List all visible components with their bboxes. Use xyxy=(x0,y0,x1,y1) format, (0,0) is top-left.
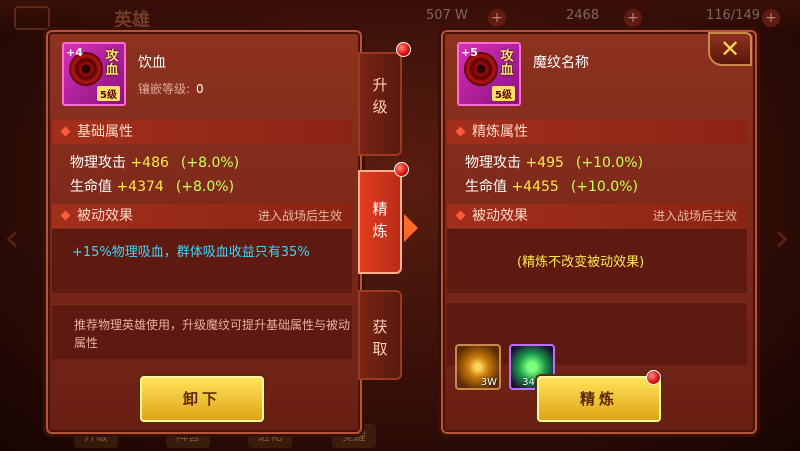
current-rune-panel: +4 攻血 5级 饮血 镶嵌等级: 0 基础属性 物理攻击 +486 (+8.0%)… xyxy=(46,30,362,434)
stat-label: 物理攻击 xyxy=(70,155,126,171)
tab-char: 精 xyxy=(372,200,388,218)
stat-value: +495 xyxy=(525,155,564,171)
tab-refine[interactable]: 精炼 xyxy=(358,170,402,274)
rune-level-badge: +4 xyxy=(66,46,83,59)
refine-button[interactable]: 精炼 xyxy=(537,376,661,422)
refine-passive-note: (精炼不改变被动效果) xyxy=(517,255,645,270)
tab-char: 级 xyxy=(372,98,388,116)
stat-percent: (+10.0%) xyxy=(570,179,638,195)
stat-percent: (+8.0%) xyxy=(180,155,240,171)
add-gold-icon[interactable]: + xyxy=(488,9,506,27)
add-diamond-icon[interactable]: + xyxy=(624,9,642,27)
rune-icon: +5 攻血 5级 xyxy=(457,42,521,106)
refine-attributes-header: 精炼属性 xyxy=(447,120,747,144)
recommend-note: 推荐物理英雄使用，升级魔纹可提升基础属性与被动属性 xyxy=(74,318,351,350)
refine-attributes-title: 精炼属性 xyxy=(472,124,528,140)
tab-refine-label: 精炼 xyxy=(360,198,400,242)
socket-level-label: 镶嵌等级: xyxy=(138,82,191,96)
rune-type-tag: 攻血 xyxy=(500,49,514,78)
tab-obtain[interactable]: 获取 xyxy=(358,290,402,380)
stat-percent: (+8.0%) xyxy=(175,179,235,195)
passive-effect-header: 被动效果 进入战场后生效 xyxy=(52,204,352,228)
tab-upgrade[interactable]: 升级 xyxy=(358,52,402,156)
tab-obtain-label: 获取 xyxy=(360,316,400,360)
tab-char: 获 xyxy=(372,318,388,336)
tab-char: 炼 xyxy=(372,222,388,240)
base-attributes-header: 基础属性 xyxy=(52,120,352,144)
rune-rank: 5级 xyxy=(492,86,515,101)
refine-notify-dot xyxy=(394,162,409,177)
passive-hint: 进入战场后生效 xyxy=(257,209,342,223)
tab-upgrade-label: 升级 xyxy=(360,74,400,118)
stat-row: 物理攻击 +495 (+10.0%) xyxy=(465,152,643,172)
back-icon[interactable] xyxy=(14,6,50,30)
upgrade-notify-dot xyxy=(396,42,411,57)
prev-arrow-icon[interactable]: ‹ xyxy=(4,208,32,268)
stat-row: 物理攻击 +486 (+8.0%) xyxy=(70,152,239,172)
rune-name: 饮血 xyxy=(138,55,166,71)
stat-percent: (+10.0%) xyxy=(575,155,644,171)
stat-label: 生命值 xyxy=(465,179,507,195)
base-attributes-title: 基础属性 xyxy=(77,124,133,140)
add-stamina-icon[interactable]: + xyxy=(762,9,780,27)
passive-hint: 进入战场后生效 xyxy=(652,209,737,223)
page-title: 英雄 xyxy=(114,10,150,31)
stat-value: +4455 xyxy=(511,179,559,195)
refine-panel: +5 攻血 5级 魔纹名称 精炼属性 物理攻击 +495 (+10.0%) 生命值… xyxy=(441,30,757,434)
stat-label: 生命值 xyxy=(70,179,112,195)
rune-type-tag: 攻血 xyxy=(105,49,119,78)
rune-rank: 5级 xyxy=(97,86,120,101)
diamond-bullet-icon xyxy=(455,126,466,137)
passive-text: +15%物理吸血，群体吸血收益只有35% xyxy=(72,245,310,260)
material-count: 3W xyxy=(480,377,497,388)
diamond-bullet-icon xyxy=(60,126,71,137)
stat-value: +486 xyxy=(130,155,169,171)
stat-row: 生命值 +4455 (+10.0%) xyxy=(465,176,638,196)
tab-char: 取 xyxy=(372,340,388,358)
passive-effect-title: 被动效果 xyxy=(472,208,528,224)
rune-icon: +4 攻血 5级 xyxy=(62,42,126,106)
close-icon[interactable]: ✕ xyxy=(708,32,752,66)
diamond-bullet-icon xyxy=(455,210,466,221)
selected-tab-arrow-icon xyxy=(404,214,418,242)
stat-row: 生命值 +4374 (+8.0%) xyxy=(70,176,234,196)
diamond-bullet-icon xyxy=(60,210,71,221)
socket-level: 镶嵌等级: 0 xyxy=(138,80,204,97)
unequip-button[interactable]: 卸下 xyxy=(140,376,264,422)
tab-char: 升 xyxy=(372,76,388,94)
top-bar: 英雄 507 W + 2468 + 116/149 + xyxy=(0,0,800,34)
diamond-amount: 2468 xyxy=(566,8,600,23)
rune-name: 魔纹名称 xyxy=(533,55,589,71)
stat-value: +4374 xyxy=(116,179,164,195)
stamina-amount: 116/149 xyxy=(706,8,761,23)
refine-button-notify-dot xyxy=(646,370,661,385)
rune-level-badge: +5 xyxy=(461,46,478,59)
gold-amount: 507 W xyxy=(426,8,468,23)
stat-label: 物理攻击 xyxy=(465,155,521,171)
passive-effect-title: 被动效果 xyxy=(77,208,133,224)
gold-coin-icon[interactable]: 3W xyxy=(455,344,501,390)
socket-level-value: 0 xyxy=(196,82,204,96)
passive-effect-header: 被动效果 进入战场后生效 xyxy=(447,204,747,228)
